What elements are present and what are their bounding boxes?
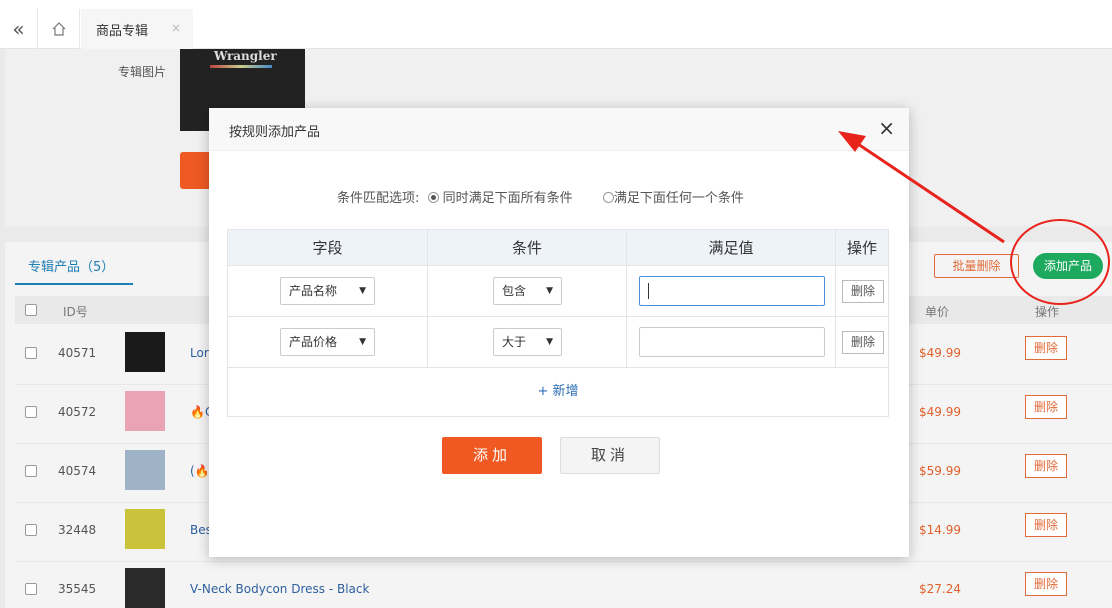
row-id: 40572 [58,405,97,419]
radio-match-all[interactable] [427,192,439,203]
product-thumbnail [125,332,165,372]
field-select-value: 产品价格 [289,335,338,349]
value-input[interactable] [639,327,825,357]
rule-row: 产品名称 ▼ 包含 ▼ 删除 [228,266,888,317]
add-rule-link[interactable]: + 新增 [228,368,888,416]
text-caret [648,283,649,299]
product-thumbnail [125,509,165,549]
header-value: 满足值 [627,230,836,266]
option-all-label[interactable]: 同时满足下面所有条件 [443,191,573,206]
condition-select[interactable]: 包含 ▼ [493,277,562,305]
dropdown-arrow-icon: ▼ [359,286,366,296]
batch-delete-button[interactable]: 批量删除 [934,254,1019,278]
header-condition: 条件 [428,230,627,266]
dialog-title: 按规则添加产品 [229,125,321,140]
product-name-link[interactable]: (🔥 [190,464,210,478]
condition-select-value: 包含 [502,284,527,298]
row-id: 40574 [58,464,97,478]
row-id: 35545 [58,582,97,596]
album-image-label: 专辑图片 [118,65,167,79]
add-by-rule-dialog: 按规则添加产品 × 条件匹配选项: 同时满足下面所有条件 满足下面任何一个条件 … [209,108,909,557]
row-price: $49.99 [919,405,961,419]
dropdown-arrow-icon: ▼ [546,286,553,296]
row-checkbox[interactable] [25,465,37,477]
condition-select[interactable]: 大于 ▼ [493,328,562,356]
value-input[interactable] [639,276,825,306]
tab-label: 商品专辑 [96,23,149,39]
row-checkbox[interactable] [25,347,37,359]
select-all-checkbox[interactable] [25,304,37,316]
confirm-add-button[interactable]: 添加 [442,437,542,474]
row-price: $27.24 [919,582,961,596]
rules-table-header: 字段 条件 满足值 操作 [228,230,888,266]
rule-row: 产品价格 ▼ 大于 ▼ 删除 [228,317,888,368]
header-action: 操作 [846,239,877,257]
close-icon[interactable]: × [878,118,895,138]
delete-button[interactable]: 删除 [1025,454,1067,478]
row-price: $59.99 [919,464,961,478]
row-price: $14.99 [919,523,961,537]
header-id: ID号 [63,305,88,319]
cancel-button[interactable]: 取消 [560,437,660,474]
product-thumbnail [125,391,165,431]
row-price: $49.99 [919,346,961,360]
delete-button[interactable]: 删除 [1025,395,1067,419]
tab-close-icon[interactable]: × [171,21,181,35]
tab-album-products[interactable]: 专辑产品（5） [15,256,133,285]
radio-match-any[interactable] [602,192,614,203]
product-thumbnail [125,450,165,490]
add-product-button[interactable]: 添加产品 [1033,253,1103,279]
delete-button[interactable]: 删除 [1025,336,1067,360]
home-icon[interactable] [38,9,80,49]
field-select[interactable]: 产品名称 ▼ [280,277,375,305]
header-action: 操作 [1035,305,1060,319]
delete-button[interactable]: 删除 [1025,513,1067,537]
top-tab-bar: « 商品专辑 × [0,0,1112,49]
dropdown-arrow-icon: ▼ [546,337,553,347]
tab-product-album[interactable]: 商品专辑 × [81,9,193,49]
collapse-sidebar-icon[interactable]: « [0,9,38,49]
field-select-value: 产品名称 [289,284,338,298]
match-options: 条件匹配选项: 同时满足下面所有条件 满足下面任何一个条件 [337,187,744,206]
dropdown-arrow-icon: ▼ [359,337,366,347]
product-name-link[interactable]: Lor [190,346,209,360]
album-image-brand: Wrangler [214,49,277,63]
match-label: 条件匹配选项: [337,191,420,206]
row-checkbox[interactable] [25,524,37,536]
delete-rule-button[interactable]: 删除 [842,331,884,354]
rules-table: 字段 条件 满足值 操作 产品名称 ▼ 包含 ▼ 删除 产品价格 ▼ 大于 ▼ … [227,229,889,417]
field-select[interactable]: 产品价格 ▼ [280,328,375,356]
row-checkbox[interactable] [25,406,37,418]
header-field: 字段 [228,230,428,266]
album-image-stripe [210,65,272,68]
table-row: 35545 V-Neck Bodycon Dress - Black $27.24 删… [15,562,1112,608]
row-checkbox[interactable] [25,583,37,595]
condition-select-value: 大于 [502,335,527,349]
product-thumbnail [125,568,165,608]
row-id: 32448 [58,523,97,537]
product-name-link[interactable]: V-Neck Bodycon Dress - Black [190,582,369,596]
header-price: 单价 [925,305,950,319]
delete-button[interactable]: 删除 [1025,572,1067,596]
delete-rule-button[interactable]: 删除 [842,280,884,303]
row-id: 40571 [58,346,97,360]
dialog-header: 按规则添加产品 × [209,108,909,151]
option-any-label[interactable]: 满足下面任何一个条件 [614,191,744,206]
